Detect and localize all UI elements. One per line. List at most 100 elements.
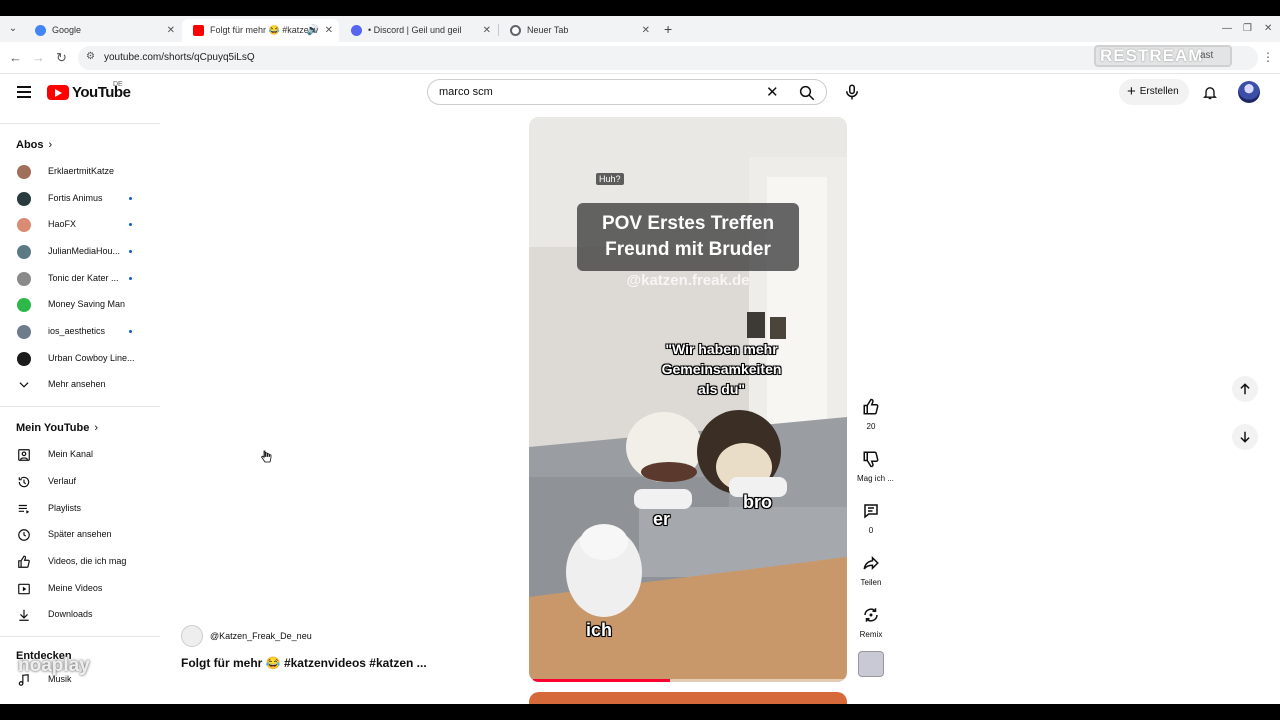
- sidebar-item-label: Downloads: [48, 609, 93, 619]
- short-title[interactable]: Folgt für mehr 😂 #katzenvideos #katzen .…: [181, 656, 427, 670]
- tab-close-icon[interactable]: ✕: [325, 19, 333, 42]
- profile-chip[interactable]: ast: [1200, 50, 1213, 61]
- sidebar-divider: [0, 636, 160, 637]
- show-more-label: Mehr ansehen: [48, 379, 106, 389]
- tab-new-tab[interactable]: Neuer Tab ✕: [499, 19, 656, 42]
- discord-favicon-icon: [351, 25, 362, 36]
- sidebar-item-label: Später ansehen: [48, 529, 112, 539]
- microphone-icon[interactable]: [843, 83, 861, 101]
- label-er: er: [653, 509, 671, 529]
- tab-close-icon[interactable]: ✕: [642, 19, 650, 42]
- tab-label: • Discord | Geil und geil: [368, 25, 462, 35]
- show-more-button[interactable]: Mehr ansehen: [0, 372, 160, 398]
- remix-icon: [864, 608, 878, 622]
- sidebar-item-watch-later[interactable]: Später ansehen: [0, 522, 160, 548]
- short-channel-name[interactable]: @Katzen_Freak_De_neu: [210, 631, 312, 641]
- tab-discord[interactable]: • Discord | Geil und geil ✕: [340, 19, 497, 42]
- caption-title-line: POV Erstes Treffen: [601, 213, 775, 234]
- channel-avatar: [17, 245, 31, 259]
- tab-google[interactable]: Google ✕: [24, 19, 181, 42]
- channel-avatar: [17, 165, 31, 179]
- video-watermark: @katzen.freak.de: [626, 272, 750, 289]
- caption-quote: "Wir haben mehr Gemeinsamkeiten als du": [639, 339, 804, 399]
- new-tab-plus-icon[interactable]: +: [664, 19, 672, 39]
- reload-icon[interactable]: ↻: [56, 50, 67, 66]
- maximize-icon[interactable]: ❐: [1243, 19, 1252, 39]
- previous-short-button[interactable]: [1232, 376, 1258, 402]
- sidebar-channel[interactable]: Fortis Animus: [0, 186, 160, 212]
- subscriptions-heading[interactable]: Abos ›: [16, 139, 52, 151]
- search-field[interactable]: marco scm ✕: [427, 79, 827, 105]
- you-heading[interactable]: Mein YouTube ›: [16, 422, 98, 434]
- tab-search-chevron-icon[interactable]: ⌄: [6, 22, 20, 36]
- channel-name: Money Saving Man: [48, 299, 126, 309]
- search-input[interactable]: marco scm: [439, 86, 493, 98]
- dislike-button[interactable]: Mag ich ...: [857, 450, 894, 483]
- sticker-huh: Huh?: [596, 173, 624, 185]
- sidebar-item-liked-videos[interactable]: Videos, die ich mag: [0, 549, 160, 575]
- clear-search-icon[interactable]: ✕: [766, 83, 779, 101]
- remix-button[interactable]: Remix: [857, 606, 885, 639]
- next-short-preview[interactable]: [529, 692, 847, 704]
- comments-button[interactable]: 0: [857, 502, 885, 535]
- sidebar-item-history[interactable]: Verlauf: [0, 469, 160, 495]
- comment-icon: [864, 504, 878, 519]
- notifications-bell-icon[interactable]: [1202, 84, 1218, 101]
- sound-thumbnail[interactable]: [858, 651, 884, 677]
- search-icon[interactable]: [798, 84, 816, 102]
- sidebar-channel[interactable]: JulianMediaHou...: [0, 239, 160, 265]
- tab-audio-icon[interactable]: 🔊: [307, 19, 319, 42]
- sidebar-divider: [0, 123, 160, 124]
- sidebar-item-playlists[interactable]: Playlists: [0, 496, 160, 522]
- sidebar-channel[interactable]: Money Saving Man: [0, 292, 160, 318]
- channel-name: ErklaertmitKatze: [48, 166, 115, 176]
- channel-name: Fortis Animus: [48, 193, 103, 203]
- download-icon: [19, 609, 29, 621]
- browser-menu-icon[interactable]: ⋮: [1262, 50, 1274, 64]
- you-heading-label: Mein YouTube: [16, 422, 90, 434]
- video-progress-fill: [533, 679, 670, 682]
- sidebar-item-your-videos[interactable]: Meine Videos: [0, 576, 160, 602]
- address-bar[interactable]: ⚙ youtube.com/shorts/qCpuyq5iLsQ: [78, 46, 1258, 70]
- next-short-button[interactable]: [1232, 424, 1258, 450]
- menu-icon[interactable]: [17, 86, 31, 98]
- create-button[interactable]: + Erstellen: [1119, 79, 1189, 105]
- sidebar-channel[interactable]: HaoFX: [0, 212, 160, 238]
- sidebar-item-label: Verlauf: [48, 476, 77, 486]
- short-video-player[interactable]: Huh? POV Erstes Treffen Freund mit Brude…: [529, 117, 847, 682]
- tab-youtube-short[interactable]: Folgt für mehr 😂 #katzenv 🔊 ✕: [182, 19, 339, 42]
- tab-close-icon[interactable]: ✕: [167, 19, 175, 42]
- channel-avatar[interactable]: [181, 625, 203, 647]
- account-avatar[interactable]: [1238, 81, 1260, 103]
- sidebar-item-downloads[interactable]: Downloads: [0, 602, 160, 628]
- my-videos-icon: [18, 583, 30, 595]
- site-info-icon[interactable]: ⚙: [86, 51, 95, 62]
- chevron-right-icon: ›: [48, 139, 53, 151]
- url-text[interactable]: youtube.com/shorts/qCpuyq5iLsQ: [104, 52, 255, 63]
- minimize-icon[interactable]: —: [1222, 19, 1232, 39]
- caption-quote-line: Gemeinsamkeiten: [661, 361, 782, 377]
- youtube-logo-icon[interactable]: [47, 85, 69, 100]
- new-content-dot: [129, 223, 132, 226]
- watch-later-icon: [18, 529, 30, 541]
- tab-close-icon[interactable]: ✕: [483, 19, 491, 42]
- region-code: DE: [113, 81, 123, 88]
- new-content-dot: [129, 277, 132, 280]
- sidebar-channel[interactable]: ErklaertmitKatze: [0, 159, 160, 185]
- sidebar-item-label: Videos, die ich mag: [48, 556, 127, 566]
- back-icon[interactable]: ←: [9, 50, 22, 66]
- video-frame-illustration: [529, 117, 847, 682]
- remix-label: Remix: [859, 630, 883, 639]
- sidebar-channel[interactable]: Urban Cowboy Line...: [0, 346, 160, 372]
- sidebar-channel[interactable]: ios_aesthetics: [0, 319, 160, 345]
- tab-label: Google: [52, 25, 82, 35]
- arrow-up-icon: [1240, 383, 1250, 395]
- channel-avatar: [17, 192, 31, 206]
- like-button[interactable]: 20: [857, 398, 885, 431]
- window-close-icon[interactable]: ✕: [1264, 19, 1272, 39]
- forward-icon[interactable]: →: [32, 50, 45, 66]
- caption-quote-line: "Wir haben mehr: [665, 341, 778, 357]
- sidebar-channel[interactable]: Tonic der Kater ...: [0, 266, 160, 292]
- sidebar-item-your-channel[interactable]: Mein Kanal: [0, 442, 160, 468]
- share-button[interactable]: Teilen: [857, 554, 885, 587]
